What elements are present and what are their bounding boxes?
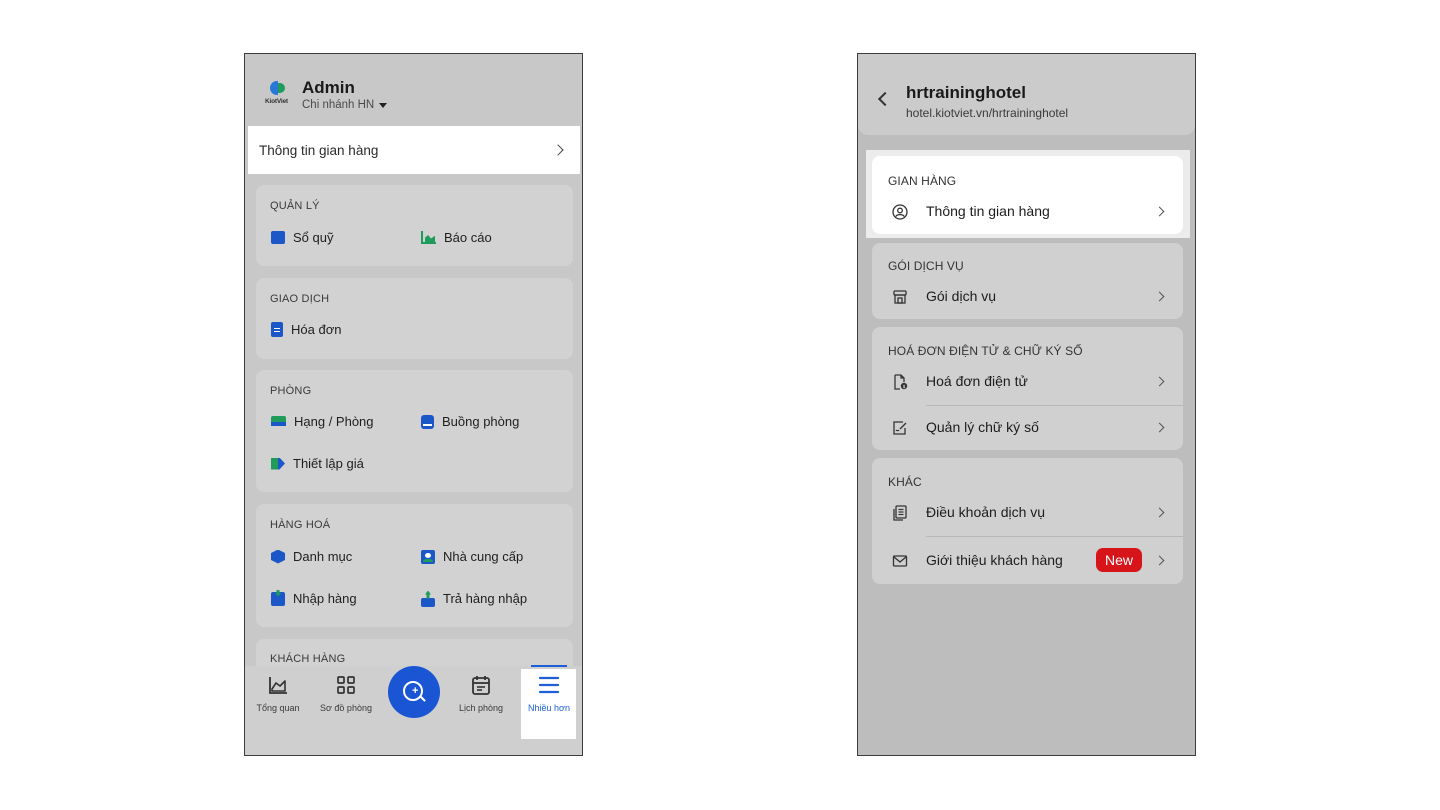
active-tab-indicator — [531, 665, 567, 667]
section-store: GIAN HÀNG Thông tin gian hàng — [872, 156, 1183, 234]
signature-icon — [892, 420, 908, 436]
nav-more[interactable]: Nhiều hơn — [516, 674, 582, 713]
section-title: PHÒNG — [270, 385, 312, 397]
wallet-icon — [271, 231, 285, 244]
chevron-right-icon — [1154, 507, 1165, 518]
menu-item-return-import[interactable]: Trả hàng nhập — [421, 590, 527, 607]
supplier-icon — [421, 549, 435, 564]
menu-item-service-package[interactable]: Gói dịch vụ — [872, 282, 1183, 312]
branch-selector[interactable]: Chi nhánh HN — [302, 99, 388, 111]
menu-item-digital-signature[interactable]: Quản lý chữ ký số — [872, 413, 1183, 443]
mail-icon — [892, 553, 908, 569]
bed-icon — [271, 415, 286, 428]
chevron-right-icon — [1154, 555, 1165, 566]
menu-item-store-info[interactable]: Thông tin gian hàng — [872, 197, 1183, 227]
section-title: HOÁ ĐƠN ĐIỆN TỬ & CHỮ KÝ SỐ — [888, 344, 1083, 358]
section-title: HÀNG HOÁ — [270, 519, 331, 531]
store-info-label: Thông tin gian hàng — [259, 142, 379, 158]
menu-item-reports[interactable]: Báo cáo — [421, 230, 492, 245]
section-management: QUẢN LÝ Sổ quỹ Báo cáo — [256, 185, 573, 266]
price-tag-icon — [271, 457, 285, 470]
menu-item-room-class[interactable]: Hạng / Phòng — [271, 414, 374, 429]
menu-item-cashbook[interactable]: Sổ quỹ — [271, 230, 333, 245]
more-menu-screen: KiotViet Admin Chi nhánh HN Thông tin gi… — [244, 53, 583, 756]
menu-item-housekeeping[interactable]: Buồng phòng — [421, 414, 519, 429]
user-circle-icon — [892, 204, 908, 220]
nav-room-map[interactable]: Sơ đồ phòng — [313, 674, 379, 713]
search-room-fab[interactable]: + — [388, 666, 440, 718]
section-rooms: PHÒNG Hạng / Phòng Buồng phòng Thiết lập… — [256, 370, 573, 492]
calendar-icon — [470, 674, 492, 696]
section-title: KHÁC — [888, 475, 922, 489]
settings-screen: hrtraininghotel hotel.kiotviet.vn/hrtrai… — [857, 53, 1196, 756]
kiotviet-logo: KiotViet — [265, 81, 293, 109]
grid-icon — [335, 674, 357, 696]
section-title: GÓI DỊCH VỤ — [888, 259, 964, 273]
nav-overview[interactable]: Tổng quan — [245, 674, 311, 713]
chevron-right-icon — [1154, 206, 1165, 217]
menu-item-catalog[interactable]: Danh mục — [271, 549, 352, 564]
menu-item-import[interactable]: Nhập hàng — [271, 589, 357, 606]
section-title: KHÁCH HÀNG — [270, 653, 346, 665]
new-badge: New — [1095, 548, 1142, 572]
back-arrow-icon[interactable] — [877, 91, 893, 107]
menu-item-terms[interactable]: Điều khoản dịch vụ — [872, 498, 1183, 528]
chevron-right-icon — [1154, 422, 1165, 433]
section-title: GIAN HÀNG — [888, 174, 957, 188]
store-url: hotel.kiotviet.vn/hrtraininghotel — [906, 106, 1069, 120]
menu-icon — [538, 674, 560, 696]
menu-item-supplier[interactable]: Nhà cung cấp — [421, 549, 523, 564]
chart-icon — [421, 231, 436, 244]
section-e-invoice: HOÁ ĐƠN ĐIỆN TỬ & CHỮ KÝ SỐ $ Hoá đơn đi… — [872, 327, 1183, 450]
user-name: Admin — [302, 78, 355, 97]
store-header: hrtraininghotel hotel.kiotviet.vn/hrtrai… — [858, 54, 1195, 135]
room-icon — [421, 414, 434, 429]
menu-item-e-invoice[interactable]: $ Hoá đơn điện tử — [872, 367, 1183, 397]
section-title: GIAO DỊCH — [270, 293, 330, 305]
box-icon — [271, 549, 285, 564]
terms-icon — [892, 505, 908, 521]
nav-room-calendar[interactable]: Lịch phòng — [448, 674, 514, 713]
section-service-package: GÓI DỊCH VỤ Gói dịch vụ — [872, 243, 1183, 319]
section-transactions: GIAO DỊCH Hóa đơn — [256, 278, 573, 359]
branch-label: Chi nhánh HN — [302, 99, 375, 111]
chevron-right-icon — [1154, 291, 1165, 302]
chevron-right-icon — [552, 144, 564, 156]
import-icon — [271, 589, 285, 606]
e-invoice-icon: $ — [892, 374, 908, 390]
store-info-row[interactable]: Thông tin gian hàng — [248, 126, 580, 174]
store-name: hrtraininghotel — [906, 83, 1026, 102]
invoice-icon — [271, 322, 283, 337]
store-icon — [892, 289, 908, 305]
overview-chart-icon — [267, 674, 289, 696]
menu-item-pricing[interactable]: Thiết lập giá — [271, 456, 364, 471]
chevron-right-icon — [1154, 376, 1165, 387]
section-title: QUẢN LÝ — [270, 200, 320, 212]
caret-down-icon — [379, 102, 388, 108]
svg-text:$: $ — [903, 384, 906, 390]
menu-item-customer-referral[interactable]: Giới thiệu khách hàng New — [872, 546, 1183, 576]
section-goods: HÀNG HOÁ Danh mục Nhà cung cấp Nhập hàng… — [256, 504, 573, 627]
account-header: KiotViet Admin Chi nhánh HN — [245, 54, 582, 126]
section-other: KHÁC Điều khoản dịch vụ Giới thiệu khách… — [872, 458, 1183, 584]
return-icon — [421, 590, 435, 607]
menu-item-invoice[interactable]: Hóa đơn — [271, 322, 341, 337]
